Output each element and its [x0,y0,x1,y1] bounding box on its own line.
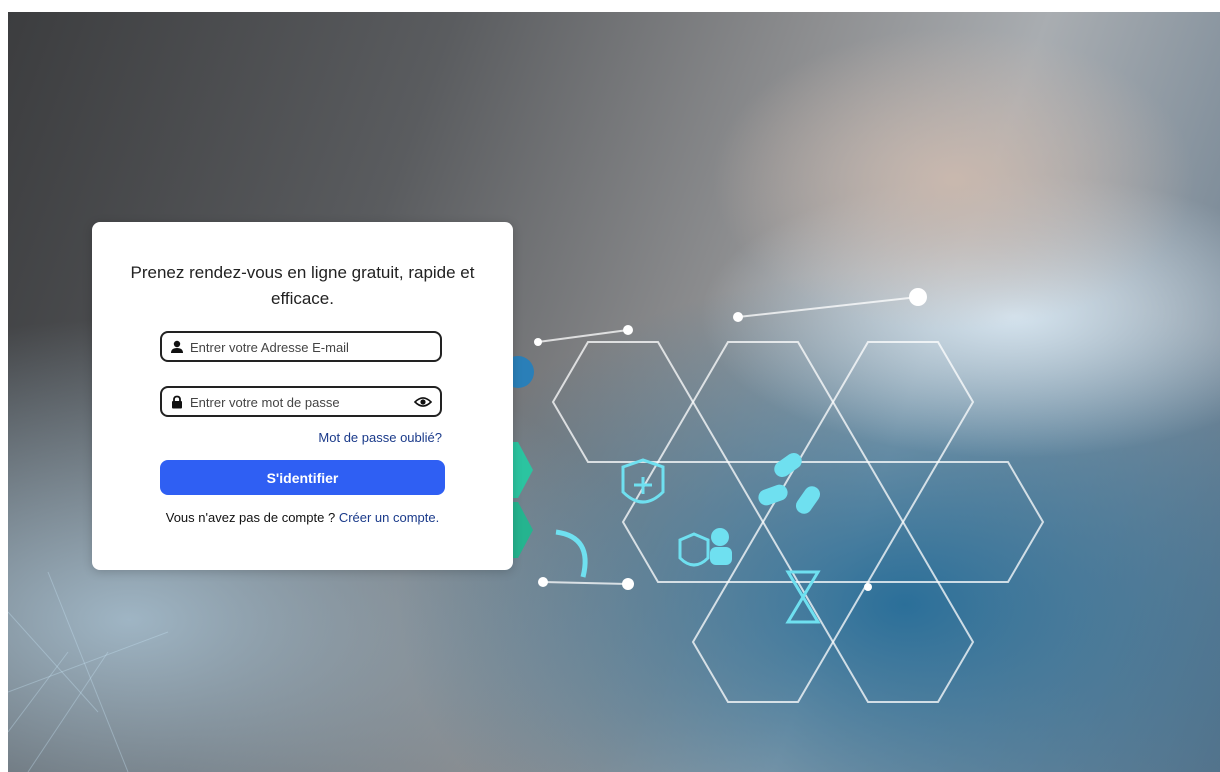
lock-icon [172,395,182,409]
forgot-password-link[interactable]: Mot de passe oublié? [318,430,442,445]
password-input[interactable] [190,392,410,412]
email-field[interactable] [160,331,442,362]
login-card: Prenez rendez-vous en ligne gratuit, rap… [92,222,513,570]
signup-prompt: Vous n'avez pas de compte ? Créer un com… [92,510,513,525]
login-title: Prenez rendez-vous en ligne gratuit, rap… [130,263,475,308]
password-field[interactable] [160,386,442,417]
create-account-link[interactable]: Créer un compte. [339,510,439,525]
eye-icon[interactable] [414,394,432,410]
email-input[interactable] [190,337,410,357]
no-account-text: Vous n'avez pas de compte ? [165,510,336,525]
user-icon [171,340,183,353]
login-button[interactable]: S'identifier [160,460,445,495]
